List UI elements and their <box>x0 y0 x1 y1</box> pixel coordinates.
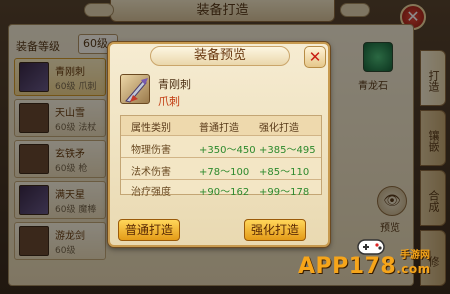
item-type: 爪刺 <box>158 95 180 108</box>
stat-name: 物理伤害 <box>131 145 171 156</box>
normal-forge-button[interactable]: 普通打造 <box>118 219 180 241</box>
watermark-text: APP178.com <box>298 254 431 279</box>
dialog-title: 装备预览 <box>150 46 290 66</box>
row-divider <box>121 157 321 158</box>
enhanced-forge-button[interactable]: 强化打造 <box>244 219 306 241</box>
stat-strong-value: +85～110 <box>259 167 310 178</box>
dialog-close-button[interactable]: ✕ <box>304 46 326 68</box>
stat-normal-value: +90～162 <box>199 187 250 198</box>
header-normal: 普通打造 <box>199 123 239 134</box>
stat-strong-value: +99～178 <box>259 187 310 198</box>
table-row: 治疗强度 +90～162 +99～178 <box>121 180 321 199</box>
stat-name: 治疗强度 <box>131 187 171 198</box>
table-header-row: 属性类别 普通打造 强化打造 <box>121 116 321 135</box>
equipment-preview-dialog: 装备预览 ✕ 青刚刺 爪刺 属性类别 普通打造 强化打造 物理伤害 +350～4… <box>108 42 330 247</box>
item-name: 青刚刺 <box>158 78 191 91</box>
stat-strong-value: +385～495 <box>259 145 316 156</box>
row-divider <box>121 135 321 136</box>
table-row: 法术伤害 +78～100 +85～110 <box>121 160 321 179</box>
stat-normal-value: +350～450 <box>199 145 256 156</box>
stat-normal-value: +78～100 <box>199 167 250 178</box>
stat-table: 属性类别 普通打造 强化打造 物理伤害 +350～450 +385～495 法术… <box>120 115 322 198</box>
header-strong: 强化打造 <box>259 123 299 134</box>
claw-weapon-icon <box>120 74 150 104</box>
table-row: 物理伤害 +350～450 +385～495 <box>121 138 321 157</box>
header-category: 属性类别 <box>131 123 171 134</box>
stat-name: 法术伤害 <box>131 167 171 178</box>
